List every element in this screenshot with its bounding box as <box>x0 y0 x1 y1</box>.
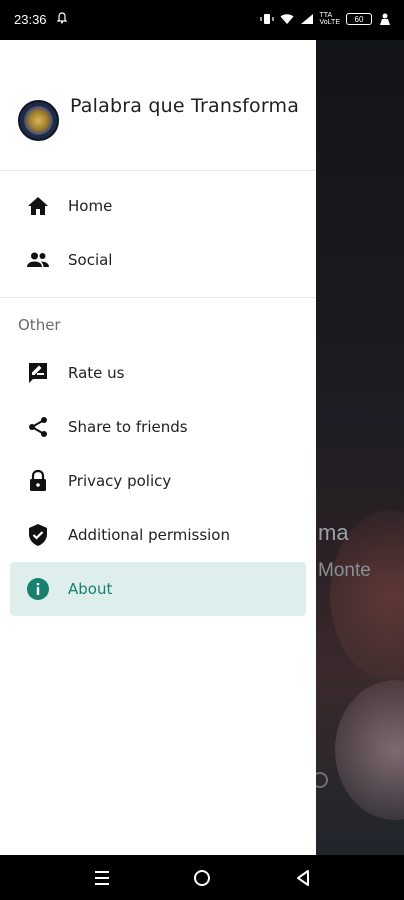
drawer-item-label: Share to friends <box>68 418 188 436</box>
status-time: 23:36 <box>14 12 47 27</box>
signal-icon <box>300 14 313 24</box>
drawer-item-label: Social <box>68 251 113 269</box>
drawer-header: Palabra que Transforma <box>0 40 316 171</box>
person-icon <box>380 13 390 25</box>
app-logo <box>18 100 59 141</box>
status-icons: TTA VoLTE 60 <box>259 12 393 26</box>
back-icon[interactable] <box>292 867 314 889</box>
drawer-item-label: Home <box>68 197 113 215</box>
network-type-bottom: VoLTE <box>319 19 341 26</box>
drawer-item-social[interactable]: Social <box>10 233 306 287</box>
share-icon <box>29 417 47 437</box>
drawer-item-label: Additional permission <box>68 526 230 544</box>
network-type-top: TTA <box>319 12 333 19</box>
navigation-drawer: Palabra que Transforma Home Social Other… <box>0 40 316 855</box>
drawer-item-label: Rate us <box>68 364 125 382</box>
rate-icon <box>29 363 47 383</box>
recent-apps-icon[interactable] <box>91 867 113 889</box>
section-header-other: Other <box>18 316 61 334</box>
background-artwork-lower <box>335 680 404 820</box>
battery-icon: 60 <box>346 13 372 25</box>
home-icon <box>28 197 48 215</box>
vibrate-icon <box>259 14 274 24</box>
shield-check-icon <box>29 524 47 546</box>
network-type: TTA VoLTE <box>320 12 341 26</box>
status-bar: 23:36 TTA VoLTE 60 <box>0 0 404 40</box>
drawer-item-privacy-policy[interactable]: Privacy policy <box>10 454 306 508</box>
wifi-icon <box>280 14 293 24</box>
background-title-text: ma <box>318 520 349 545</box>
drawer-item-additional-permission[interactable]: Additional permission <box>10 508 306 562</box>
drawer-item-home[interactable]: Home <box>10 179 306 233</box>
background-subtitle-text: Monte <box>318 560 371 581</box>
drawer-item-label: About <box>68 580 113 598</box>
drawer-item-share[interactable]: Share to friends <box>10 400 306 454</box>
lock-icon <box>30 469 46 491</box>
home-button-icon[interactable] <box>191 867 213 889</box>
drawer-item-label: Privacy policy <box>68 472 172 490</box>
main-nav-group: Home Social <box>0 171 316 298</box>
system-navigation-bar <box>0 855 404 900</box>
app-title: Palabra que Transforma <box>70 95 300 117</box>
drawer-item-rate-us[interactable]: Rate us <box>10 346 306 400</box>
notification-bell-icon <box>57 12 67 24</box>
people-icon <box>27 252 49 267</box>
info-icon <box>27 578 49 600</box>
drawer-item-about[interactable]: About <box>10 562 306 616</box>
